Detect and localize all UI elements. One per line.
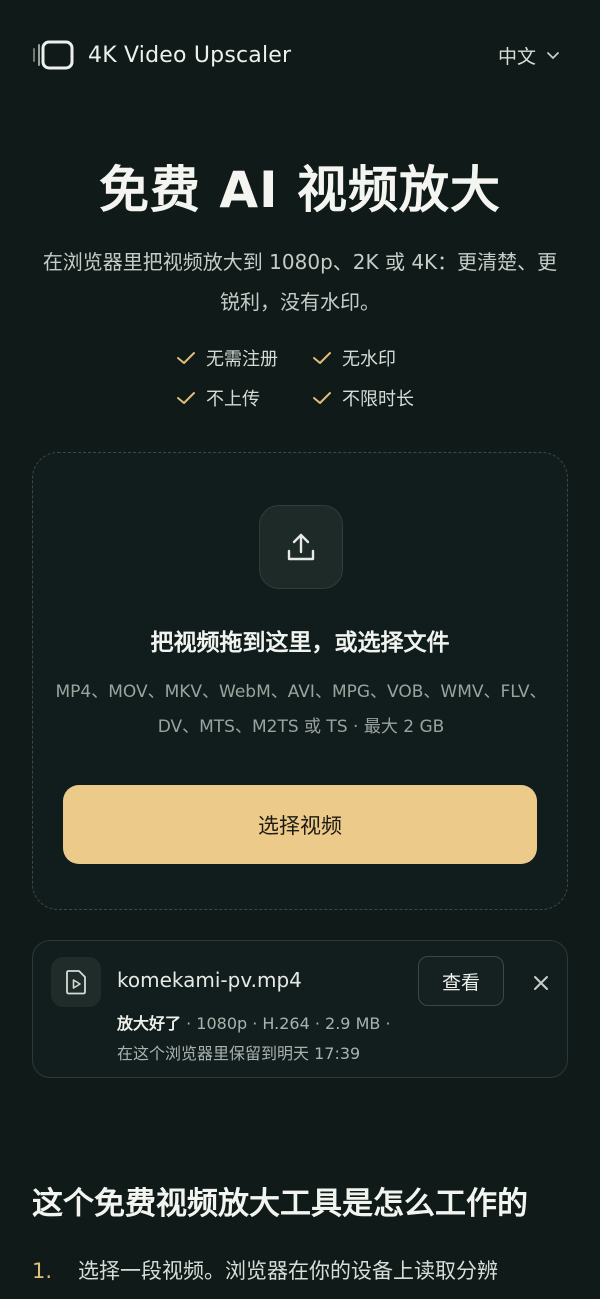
feature-checklist: 无需注册 无水印 不上传 不限时长	[176, 345, 436, 411]
video-frame-icon	[33, 40, 74, 70]
page-title: 免费 AI 视频放大	[98, 161, 502, 219]
file-thumbnail	[51, 957, 101, 1007]
choose-video-button[interactable]: 选择视频	[63, 785, 537, 864]
feature-label: 不限时长	[342, 389, 414, 410]
feature-no-watermark: 无水印	[312, 345, 436, 371]
feature-label: 无需注册	[206, 349, 278, 370]
dropzone-title: 把视频拖到这里，或选择文件	[150, 630, 450, 656]
check-icon	[313, 352, 331, 364]
language-selector[interactable]: 中文	[498, 42, 560, 69]
file-status: 放大好了	[117, 1014, 182, 1033]
file-name: komekami-pv.mp4	[117, 968, 302, 992]
upload-icon	[287, 533, 315, 561]
language-label: 中文	[497, 45, 536, 68]
brand[interactable]: 4K Video Upscaler	[32, 39, 291, 71]
check-icon	[177, 392, 195, 404]
step-text: 选择一段视频。浏览器在你的设备上读取分辨	[78, 1259, 498, 1283]
how-it-works-step: 1. 选择一段视频。浏览器在你的设备上读取分辨	[32, 1254, 572, 1288]
upload-button[interactable]	[259, 505, 343, 589]
top-bar: 4K Video Upscaler 中文	[32, 32, 560, 78]
feature-no-signup: 无需注册	[176, 345, 312, 371]
feature-label: 不上传	[206, 389, 260, 410]
video-file-icon	[66, 970, 86, 995]
file-details: · 1080p · H.264 · 2.9 MB ·	[181, 1014, 391, 1033]
remove-file-button[interactable]	[529, 971, 553, 995]
check-icon	[177, 352, 195, 364]
feature-no-length-limit: 不限时长	[312, 385, 436, 411]
file-meta: 放大好了 · 1080p · H.264 · 2.9 MB · 在这个浏览器里保…	[117, 1009, 427, 1069]
page-subtitle: 在浏览器里把视频放大到 1080p、2K 或 4K：更清楚、更锐利，没有水印。	[42, 250, 558, 314]
processed-file-card: komekami-pv.mp4 放大好了 · 1080p · H.264 · 2…	[32, 940, 568, 1078]
how-it-works-title: 这个免费视频放大工具是怎么工作的	[32, 1186, 528, 1222]
step-number: 1.	[32, 1259, 53, 1283]
video-dropzone[interactable]: 把视频拖到这里，或选择文件 MP4、MOV、MKV、WebM、AVI、MPG、V…	[32, 452, 568, 910]
feature-no-upload: 不上传	[176, 385, 312, 411]
chevron-down-icon	[547, 52, 559, 59]
check-icon	[313, 392, 331, 404]
view-button[interactable]: 查看	[418, 956, 504, 1006]
feature-label: 无水印	[342, 349, 396, 370]
close-icon	[534, 976, 548, 990]
file-retention: 在这个浏览器里保留到明天 17:39	[117, 1044, 361, 1063]
brand-name: 4K Video Upscaler	[88, 42, 292, 68]
supported-formats: MP4、MOV、MKV、WebM、AVI、MPG、VOB、WMV、FLV、DV、…	[55, 682, 547, 737]
